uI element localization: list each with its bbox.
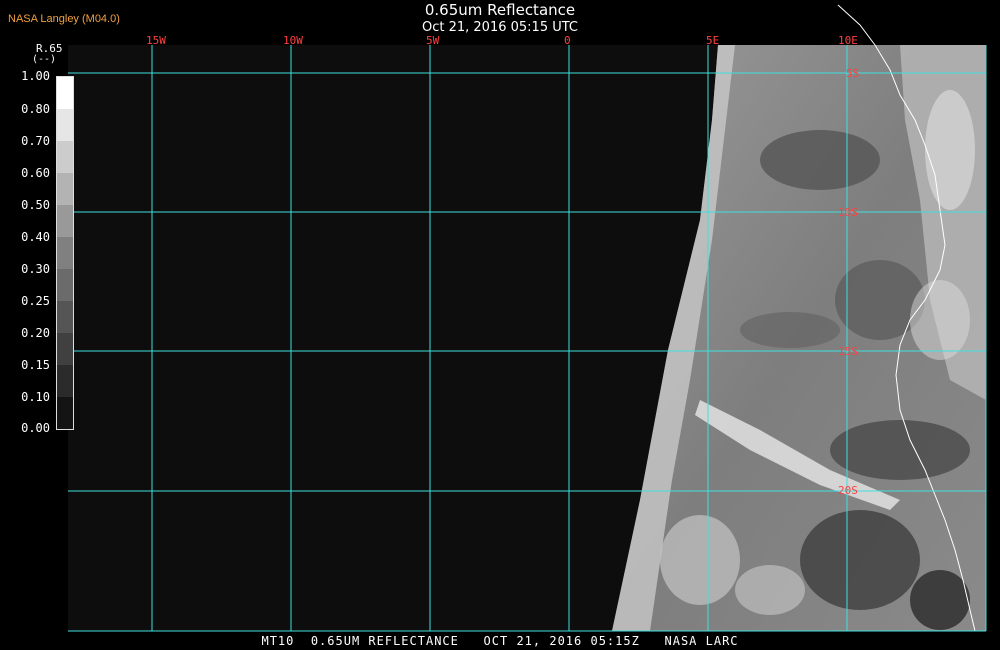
colorbar <box>56 76 74 430</box>
lat-label-5s: 5S <box>846 67 859 80</box>
lat-label-20s: 20S <box>838 484 858 497</box>
colorbar-tick: 1.00 <box>21 69 50 83</box>
colorbar-tick: 0.40 <box>21 230 50 244</box>
satellite-map: 15W 10W 5W 0 5E 10E 5S 10S 15S 20S <box>68 4 987 632</box>
lon-label-10w: 10W <box>283 34 303 47</box>
lon-label-10e: 10E <box>838 34 858 47</box>
page-title: 0.65um Reflectance <box>424 1 576 19</box>
colorbar-tick: 0.00 <box>21 421 50 435</box>
colorbar-tick: 0.20 <box>21 326 50 340</box>
colorbar-tick: 0.25 <box>21 294 50 308</box>
lon-label-15w: 15W <box>146 34 166 47</box>
lon-label-5w: 5W <box>426 34 440 47</box>
colorbar-tick: 0.15 <box>21 358 50 372</box>
colorbar-tick: 0.30 <box>21 262 50 276</box>
colorbar-tick: 0.50 <box>21 198 50 212</box>
colorbar-unit: (--) <box>32 54 57 65</box>
lat-label-10s: 10S <box>838 206 858 219</box>
lon-label-0: 0 <box>564 34 571 47</box>
lon-label-5e: 5E <box>706 34 719 47</box>
colorbar-tick: 0.80 <box>21 102 50 116</box>
colorbar-tick: 0.60 <box>21 166 50 180</box>
colorbar-tick: 0.70 <box>21 134 50 148</box>
timestamp-subtitle: Oct 21, 2016 05:15 UTC <box>422 20 578 35</box>
colorbar-tick: 0.10 <box>21 390 50 404</box>
colorbar-swatches <box>57 77 73 429</box>
lat-label-15s: 15S <box>838 345 858 358</box>
footer-caption: MT10 0.65UM REFLECTANCE OCT 21, 2016 05:… <box>261 634 739 648</box>
